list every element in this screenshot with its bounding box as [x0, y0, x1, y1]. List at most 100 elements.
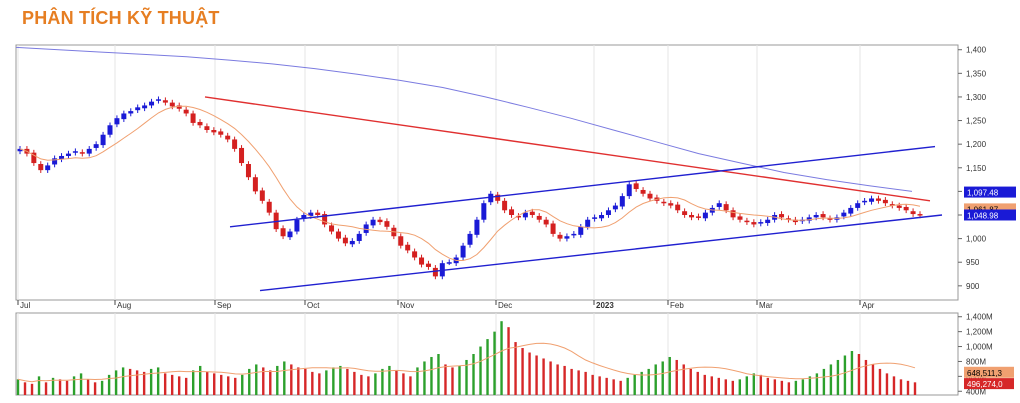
candle-body — [529, 211, 535, 215]
candle-body — [135, 107, 141, 111]
volume-bar — [37, 376, 41, 395]
candle-body — [121, 113, 127, 120]
price-tick-label: 1,150 — [966, 164, 987, 173]
volume-bar — [689, 368, 692, 395]
candle-body — [564, 236, 570, 239]
candle-body — [536, 215, 542, 220]
price-panel — [15, 44, 959, 301]
volume-bar — [633, 374, 636, 395]
volume-bar — [72, 376, 76, 395]
volume-bar — [248, 368, 251, 395]
volume-bar — [339, 365, 342, 395]
candle-body — [183, 109, 189, 114]
volume-bar — [444, 364, 447, 395]
candle-body — [813, 215, 819, 218]
candle-body — [218, 131, 224, 135]
volume-bar — [255, 364, 258, 395]
volume-bar — [332, 367, 335, 395]
volume-bar — [156, 367, 160, 395]
volume-bar — [121, 367, 125, 395]
candle-body — [716, 203, 722, 207]
volume-bar — [668, 356, 671, 395]
volume-bar — [724, 379, 727, 395]
volume-bar — [507, 327, 510, 395]
candle-body — [419, 257, 425, 265]
volume-bar — [885, 373, 889, 395]
volume-bar — [871, 364, 875, 395]
candle-body — [155, 99, 161, 101]
volume-bar — [913, 382, 917, 395]
volume-bar — [626, 377, 629, 395]
candle-body — [543, 219, 549, 225]
candle-body — [335, 231, 341, 239]
volume-bar — [752, 373, 756, 395]
volume-bar — [114, 370, 118, 395]
candle-body — [412, 251, 418, 258]
volume-bar — [878, 368, 882, 395]
volume-bar — [605, 377, 608, 395]
candle-body — [252, 177, 258, 192]
volume-bar — [191, 370, 195, 395]
volume-tag-label: 648,511,3 — [967, 369, 1003, 378]
candle-body — [779, 214, 785, 218]
candle-body — [190, 113, 196, 123]
candle-body — [425, 263, 431, 267]
candle-body — [619, 196, 625, 207]
volume-bar — [23, 382, 27, 395]
volume-bar — [493, 331, 496, 395]
volume-bar — [899, 379, 903, 395]
volume-bar — [738, 379, 742, 395]
volume-bar — [514, 342, 517, 395]
candle-body — [446, 262, 452, 264]
candle-body — [758, 222, 764, 224]
candle-body — [612, 205, 618, 210]
candle-body — [162, 100, 168, 103]
volume-bar — [16, 379, 20, 395]
volume-bar — [710, 376, 713, 395]
candle-body — [100, 134, 106, 146]
candle-body — [571, 233, 577, 236]
volume-tick-label: 800M — [966, 357, 986, 366]
candle-body — [668, 203, 674, 206]
volume-bar — [135, 370, 139, 395]
candle-body — [578, 226, 584, 235]
candle-body — [460, 245, 466, 258]
volume-bar — [199, 365, 202, 395]
volume-bar — [808, 376, 812, 395]
candle-body — [356, 233, 362, 241]
month-label: Jul — [20, 301, 30, 310]
volume-bar — [65, 380, 69, 395]
candle-body — [557, 234, 563, 239]
volume-bar — [283, 361, 286, 395]
volume-bar — [374, 373, 377, 395]
month-label: Mar — [759, 301, 773, 310]
price-tick-label: 1,000 — [966, 235, 987, 244]
candle-body — [280, 228, 286, 237]
volume-bar — [437, 354, 440, 395]
month-label: Oct — [307, 301, 320, 310]
candle-body — [765, 219, 771, 224]
volume-bar — [570, 368, 573, 395]
volume-bar — [759, 374, 763, 395]
candle-body — [294, 219, 300, 232]
volume-bar — [451, 367, 454, 395]
month-label: Dec — [498, 301, 512, 310]
volume-bar — [745, 376, 749, 395]
price-tick-label: 1,200 — [966, 140, 987, 149]
price-tick-label: 1,250 — [966, 117, 987, 126]
candle-body — [114, 118, 120, 125]
candle-body — [467, 233, 473, 245]
price-tick-label: 1,350 — [966, 69, 987, 78]
candle-body — [79, 152, 85, 154]
volume-bar — [829, 364, 833, 395]
candle-body — [633, 183, 639, 190]
volume-bar — [717, 377, 720, 395]
candle-body — [398, 236, 404, 246]
volume-bar — [227, 376, 230, 395]
candle-body — [204, 126, 210, 130]
month-label: Sep — [217, 301, 232, 310]
volume-bar — [591, 374, 594, 395]
volume-tick-label: 1,200M — [966, 328, 993, 337]
volume-bar — [367, 376, 370, 395]
volume-bar — [241, 374, 244, 395]
